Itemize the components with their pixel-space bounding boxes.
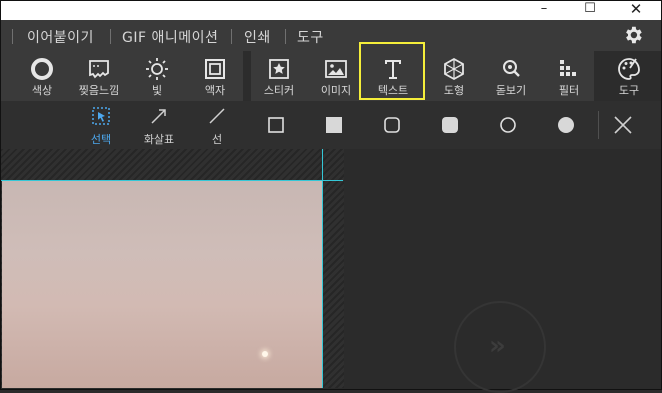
tool-filter[interactable]: 필터	[541, 51, 597, 101]
shapebar-separator	[598, 111, 599, 139]
tool-color[interactable]: 색상	[14, 51, 70, 101]
tool-frame[interactable]: 액자	[187, 51, 243, 101]
shape-toolbar: 선택 화살표 선	[1, 101, 661, 149]
rounded-square-filled-icon	[442, 117, 458, 133]
tool-label: 도형	[443, 84, 465, 97]
main-toolbar: 색상 찢음느낌 빛 액자 스티커 이미지 텍스트 도형 돋보기 필터 도구	[1, 51, 661, 101]
menu-bar: 이어붙이기 GIF 애니메이션 인쇄 도구	[1, 20, 661, 51]
gear-icon[interactable]	[622, 24, 644, 46]
sun-in-photo	[262, 351, 268, 357]
circle-filled-icon	[558, 117, 574, 133]
minimize-button[interactable]: –	[521, 1, 567, 20]
square-filled-icon	[326, 117, 342, 133]
rounded-rect-outline-tool[interactable]	[370, 101, 414, 149]
expand-panel-button[interactable]: »	[454, 301, 546, 393]
rounded-rect-filled-tool[interactable]	[428, 101, 472, 149]
tool-label: 스티커	[263, 84, 295, 97]
menu-separator	[12, 29, 13, 44]
tool-label: 빛	[151, 84, 163, 97]
tool-image[interactable]: 이미지	[308, 51, 364, 101]
line-label: 선	[211, 133, 223, 146]
arrow-tool[interactable]: 화살표	[137, 101, 181, 149]
filter-icon	[560, 60, 576, 76]
magnifier-icon	[503, 60, 520, 77]
torn-edge-icon	[89, 60, 109, 79]
text-tool-highlight	[359, 42, 425, 100]
double-chevron-right-icon: »	[489, 331, 506, 361]
sun-icon	[146, 58, 168, 80]
menu-separator	[110, 29, 111, 44]
rect-filled-tool[interactable]	[312, 101, 356, 149]
tool-sticker[interactable]: 스티커	[251, 51, 307, 101]
photo-preview[interactable]	[2, 181, 323, 388]
line-tool[interactable]: 선	[195, 101, 239, 149]
select-label: 선택	[90, 133, 112, 146]
tool-torn-edge[interactable]: 찢음느낌	[71, 51, 127, 101]
select-icon	[92, 107, 110, 125]
tool-label: 도구	[618, 84, 640, 97]
ring-icon	[31, 58, 53, 80]
menu-item-tools[interactable]: 도구	[297, 27, 324, 47]
close-icon	[614, 116, 632, 134]
image-icon	[325, 60, 347, 78]
menu-separator	[231, 29, 232, 44]
square-outline-icon	[268, 117, 284, 133]
tool-label: 액자	[204, 84, 226, 97]
tool-shape[interactable]: 도형	[426, 51, 482, 101]
close-shapebar-button[interactable]	[601, 101, 645, 149]
menu-item-print[interactable]: 인쇄	[244, 27, 271, 47]
palette-icon	[618, 58, 640, 80]
tool-label: 필터	[558, 84, 580, 97]
tool-label: 색상	[31, 84, 53, 97]
frame-icon	[205, 59, 225, 79]
arrow-icon	[151, 109, 166, 124]
menu-item-append[interactable]: 이어붙이기	[27, 27, 94, 47]
ellipse-outline-tool[interactable]	[486, 101, 530, 149]
guide-line-vertical	[322, 149, 323, 388]
line-icon	[209, 108, 225, 124]
maximize-button[interactable]: ☐	[567, 1, 613, 20]
canvas-area[interactable]: »	[1, 149, 661, 393]
tool-magnifier[interactable]: 돋보기	[483, 51, 539, 101]
title-bar: – ☐ ✕	[1, 1, 661, 20]
guide-line-horizontal	[1, 180, 343, 181]
ellipse-filled-tool[interactable]	[544, 101, 588, 149]
rect-outline-tool[interactable]	[254, 101, 298, 149]
shape-icon	[444, 57, 464, 81]
close-window-button[interactable]: ✕	[613, 1, 659, 20]
select-tool[interactable]: 선택	[79, 101, 123, 149]
tool-label: 이미지	[320, 84, 352, 97]
circle-outline-icon	[500, 117, 516, 133]
rounded-square-outline-icon	[384, 117, 400, 133]
tool-light[interactable]: 빛	[129, 51, 185, 101]
menu-separator	[285, 29, 286, 44]
tool-label: 돋보기	[495, 84, 527, 97]
tool-label: 찢음느낌	[78, 84, 120, 97]
sticker-icon	[269, 59, 289, 79]
menu-item-gif[interactable]: GIF 애니메이션	[122, 27, 218, 47]
tool-tools[interactable]: 도구	[601, 51, 657, 101]
arrow-label: 화살표	[143, 133, 175, 146]
